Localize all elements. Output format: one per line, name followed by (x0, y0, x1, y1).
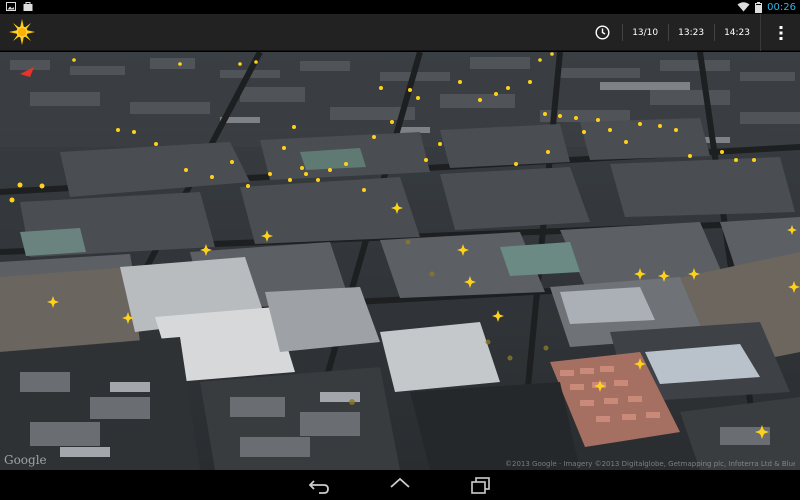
home-icon[interactable] (388, 475, 412, 495)
status-bar: 00:26 (0, 0, 800, 14)
clock-button[interactable] (582, 14, 622, 51)
action-bar: 13/10 13:23 14:23 (0, 14, 800, 51)
map-imagery[interactable] (0, 52, 800, 470)
navigation-bar (0, 470, 800, 500)
overflow-menu-button[interactable] (760, 14, 800, 51)
back-icon[interactable] (307, 475, 331, 495)
wifi-icon (737, 2, 750, 12)
time-end-label: 14:23 (724, 27, 750, 38)
bag-notification-icon (23, 2, 33, 11)
battery-icon (755, 1, 763, 13)
time-start-button[interactable]: 13:23 (668, 14, 714, 51)
sun-logo-icon[interactable] (8, 18, 36, 46)
satellite-map-view[interactable]: Google ©2013 Google · Imagery ©2013 Digi… (0, 52, 800, 470)
time-start-label: 13:23 (678, 27, 705, 38)
map-attribution: ©2013 Google · Imagery ©2013 Digitalglob… (505, 460, 795, 468)
clock-icon (595, 25, 610, 40)
status-clock: 00:26 (767, 1, 796, 13)
recent-apps-icon[interactable] (469, 475, 493, 495)
google-logo: Google (4, 453, 47, 467)
date-button[interactable]: 13/10 (622, 14, 668, 51)
date-label: 13/10 (632, 27, 659, 38)
time-end-button[interactable]: 14:23 (714, 14, 760, 51)
image-notification-icon (6, 2, 16, 11)
overflow-menu-icon (779, 25, 782, 40)
